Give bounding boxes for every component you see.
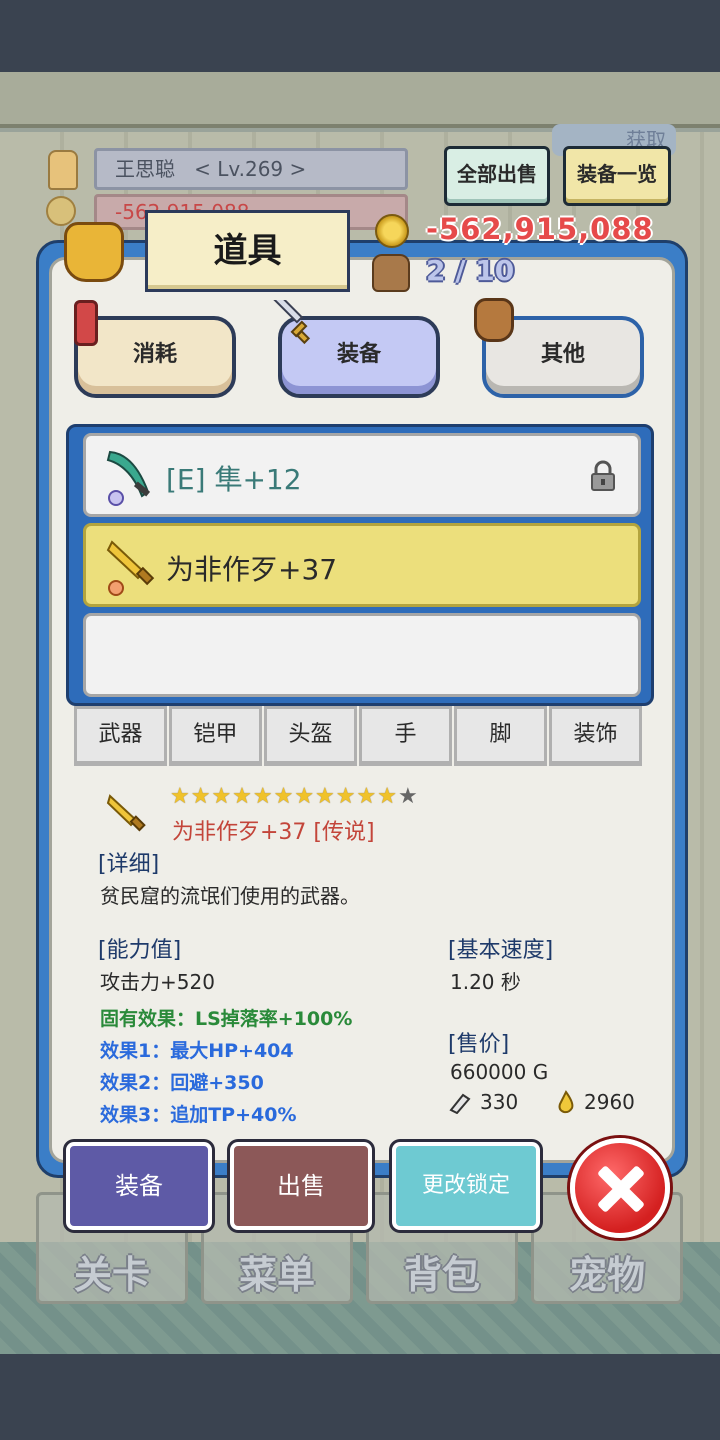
sack-icon [474, 298, 514, 342]
sell-all-button[interactable]: 全部出售 [444, 146, 550, 206]
pouch-icon [64, 222, 124, 282]
player-level: < Lv.269 > [194, 157, 307, 181]
change-lock-button[interactable]: 更改锁定 [392, 1142, 540, 1230]
item-description: 贫民窟的流氓们使用的武器。 [100, 884, 360, 908]
scythe-icon [106, 450, 151, 506]
slot-tab-helmet[interactable]: 头盔 [264, 706, 357, 766]
fixed-effect: 固有效果：LS掉落率+100% [100, 1008, 353, 1030]
material-ore-count: 330 [480, 1090, 519, 1114]
player-avatar [48, 150, 78, 190]
bag-capacity: 2 / 10 [426, 254, 515, 287]
gold-coin-icon [375, 214, 409, 248]
list-item-empty[interactable] [83, 613, 641, 697]
detail-heading: [详细] [98, 852, 160, 877]
hud-coin-icon [46, 196, 76, 226]
item-list: [E] 隼+12 为非作歹+37 [66, 424, 654, 706]
gold-amount: -562,915,088 [426, 212, 654, 246]
list-item[interactable]: 为非作歹+37 [83, 523, 641, 607]
player-name-bar: 王思聪 < Lv.269 > [94, 148, 408, 190]
slot-tab-foot[interactable]: 脚 [454, 706, 547, 766]
bottom-bar-fill [0, 1354, 720, 1440]
item-detail-title: 为非作歹+37 [传说] [172, 820, 375, 845]
knife-icon [106, 540, 155, 596]
slot-tab-weapon[interactable]: 武器 [74, 706, 167, 766]
tab-consumables[interactable]: 消耗 [74, 316, 236, 398]
attack-stat: 攻击力+520 [100, 970, 215, 994]
sword-icon [271, 300, 311, 345]
drop-icon [558, 1090, 574, 1114]
speed-heading: [基本速度] [448, 938, 554, 963]
panel-title: 道具 [145, 210, 350, 292]
filled-stars: ★★★★★★★★★★★ [170, 784, 398, 809]
close-button[interactable] [570, 1138, 670, 1238]
backpack-icon [372, 254, 410, 292]
equip-button[interactable]: 装备 [66, 1142, 212, 1230]
list-item[interactable]: [E] 隼+12 [83, 433, 641, 517]
speed-value: 1.20 秒 [450, 970, 521, 994]
slot-tab-armor[interactable]: 铠甲 [169, 706, 262, 766]
ore-icon [449, 1093, 471, 1114]
knife-icon [106, 794, 146, 832]
item-name: 为非作歹+37 [166, 553, 338, 586]
slot-tab-hand[interactable]: 手 [359, 706, 452, 766]
rarity-stars: ★★★★★★★★★★★★ [170, 784, 419, 809]
slot-tab-accessory[interactable]: 装饰 [549, 706, 642, 766]
lock-icon [591, 460, 615, 491]
ability-heading: [能力值] [98, 938, 182, 963]
price-heading: [售价] [448, 1032, 510, 1057]
effect-3: 效果3：追加TP+40% [100, 1104, 297, 1126]
empty-stars: ★ [397, 784, 419, 809]
background-top-strip [0, 72, 720, 128]
equip-list-button[interactable]: 装备一览 [563, 146, 671, 206]
effect-1: 效果1：最大HP+404 [100, 1040, 294, 1062]
sell-button[interactable]: 出售 [230, 1142, 372, 1230]
potion-icon [74, 300, 98, 346]
effect-2: 效果2：回避+350 [100, 1072, 264, 1094]
item-name: [E] 隼+12 [166, 463, 302, 496]
material-drop-count: 2960 [584, 1090, 635, 1114]
player-name: 王思聪 [115, 157, 175, 181]
price-value: 660000 G [450, 1060, 549, 1084]
